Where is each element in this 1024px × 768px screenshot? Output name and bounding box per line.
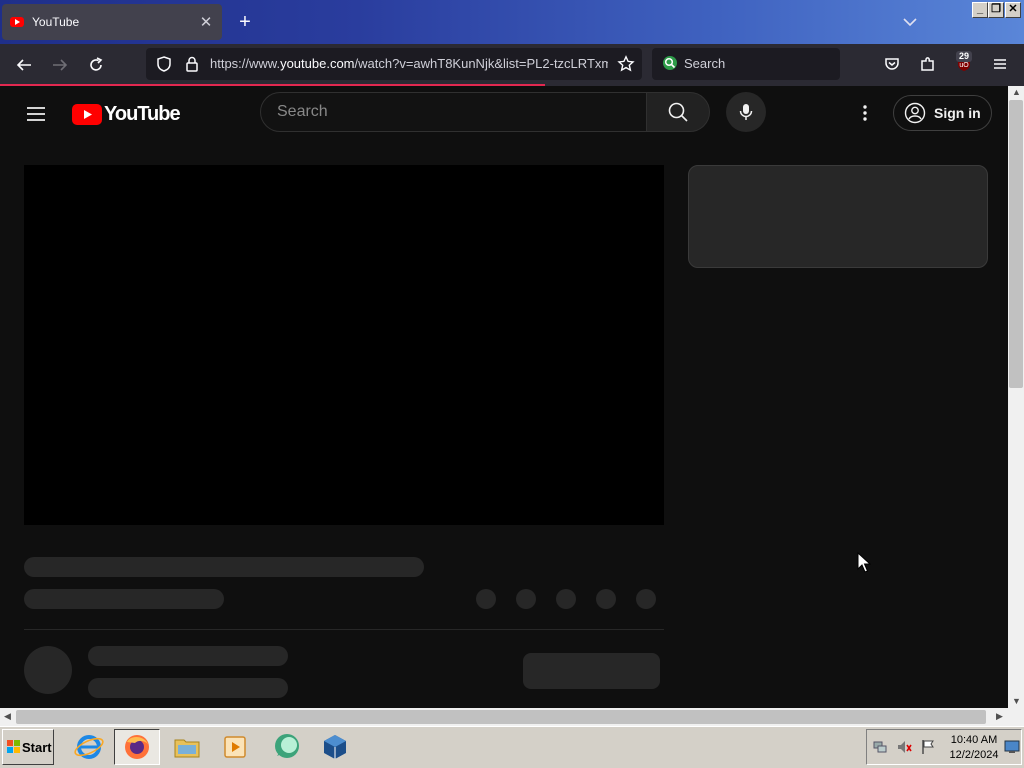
action-skeleton bbox=[636, 589, 656, 609]
search-icon bbox=[668, 102, 688, 122]
hamburger-menu-icon bbox=[27, 107, 45, 121]
action-skeleton bbox=[516, 589, 536, 609]
subscriber-skeleton bbox=[88, 678, 288, 698]
minimize-button[interactable]: _ bbox=[972, 2, 988, 18]
youtube-search-button[interactable] bbox=[646, 92, 710, 132]
network-icon[interactable] bbox=[872, 739, 888, 760]
browser-search-placeholder: Search bbox=[684, 56, 726, 71]
media-player-icon bbox=[224, 736, 246, 758]
windows-flag-icon bbox=[7, 740, 20, 753]
related-placeholder-card bbox=[688, 165, 988, 268]
guide-menu-button[interactable] bbox=[24, 102, 48, 126]
svg-text:uO: uO bbox=[959, 62, 969, 69]
extension-badge-count: 29 bbox=[956, 51, 973, 62]
folder-icon bbox=[174, 739, 200, 758]
youtube-search-placeholder: Search bbox=[277, 103, 328, 120]
star-icon bbox=[617, 55, 635, 72]
scroll-right-arrow-icon[interactable]: ▶ bbox=[996, 711, 1003, 722]
clock-date: 12/2/2024 bbox=[949, 749, 999, 761]
url-host: youtube.com bbox=[280, 56, 355, 71]
volume-muted-icon[interactable] bbox=[896, 739, 912, 760]
scroll-down-arrow-icon[interactable]: ▼ bbox=[1012, 696, 1021, 706]
taskbar-file-explorer[interactable] bbox=[164, 729, 210, 765]
voice-search-button[interactable] bbox=[726, 92, 766, 132]
taskbar-internet-explorer[interactable] bbox=[66, 729, 112, 765]
scroll-left-arrow-icon[interactable]: ◀ bbox=[4, 711, 11, 722]
action-skeleton bbox=[596, 589, 616, 609]
show-desktop-icon[interactable] bbox=[1004, 740, 1020, 759]
section-divider bbox=[24, 629, 664, 630]
sign-in-button[interactable]: Sign in bbox=[893, 95, 992, 131]
start-button[interactable]: Start bbox=[2, 729, 54, 765]
horizontal-scroll-thumb[interactable] bbox=[16, 710, 986, 724]
scroll-up-arrow-icon[interactable]: ▲ bbox=[1012, 87, 1021, 97]
chevron-down-icon bbox=[903, 18, 917, 27]
url-text[interactable]: https://www.youtube.com/watch?v=awhT8Kun… bbox=[210, 56, 608, 72]
back-arrow-icon bbox=[16, 59, 31, 71]
taskbar-virtualbox[interactable] bbox=[312, 729, 358, 765]
internet-explorer-icon bbox=[74, 735, 104, 759]
subscribe-skeleton bbox=[523, 653, 660, 689]
taskbar-clock[interactable]: 10:40 AM 12/2/2024 bbox=[940, 733, 1008, 763]
shield-icon bbox=[157, 56, 171, 72]
reload-icon bbox=[90, 57, 103, 71]
action-center-flag-icon[interactable] bbox=[920, 739, 936, 760]
pocket-icon bbox=[885, 58, 899, 70]
action-skeleton bbox=[476, 589, 496, 609]
search-engine-icon bbox=[663, 56, 677, 70]
youtube-logo-text: YouTube bbox=[104, 102, 181, 125]
sign-in-label: Sign in bbox=[934, 105, 981, 121]
title-skeleton bbox=[24, 557, 424, 577]
pocket-button[interactable] bbox=[880, 52, 904, 76]
list-all-tabs-button[interactable] bbox=[900, 12, 920, 32]
taskbar-firefox[interactable] bbox=[114, 729, 160, 765]
youtube-page: YouTube Search Sign in bbox=[0, 86, 1008, 708]
settings-more-button[interactable] bbox=[853, 101, 877, 125]
clock-time: 10:40 AM bbox=[950, 734, 998, 746]
tab-youtube[interactable]: YouTube ✕ bbox=[2, 4, 222, 40]
vertical-scroll-thumb[interactable] bbox=[1009, 100, 1023, 388]
site-info-button[interactable] bbox=[180, 52, 204, 76]
youtube-play-logo-icon bbox=[72, 103, 102, 125]
close-window-button[interactable]: ✕ bbox=[1005, 2, 1021, 18]
chat-bubble-icon bbox=[275, 734, 299, 758]
youtube-favicon-icon bbox=[10, 17, 24, 27]
url-prefix: https://www. bbox=[210, 56, 281, 71]
avatar-skeleton bbox=[24, 646, 72, 694]
bookmark-button[interactable] bbox=[614, 52, 638, 76]
back-button[interactable] bbox=[12, 53, 36, 77]
action-skeleton bbox=[556, 589, 576, 609]
tracking-protection-button[interactable] bbox=[152, 52, 176, 76]
tab-title: YouTube bbox=[32, 15, 80, 29]
tab-close-icon[interactable]: ✕ bbox=[198, 13, 214, 31]
start-label: Start bbox=[22, 739, 52, 755]
account-circle-icon bbox=[904, 102, 926, 124]
microphone-icon bbox=[739, 104, 753, 120]
meta-skeleton bbox=[24, 589, 224, 609]
reload-button[interactable] bbox=[84, 53, 108, 77]
forward-arrow-icon bbox=[53, 59, 68, 71]
app-menu-button[interactable] bbox=[988, 52, 1012, 76]
browser-search-bar[interactable]: Search bbox=[652, 48, 840, 80]
video-player[interactable] bbox=[24, 165, 664, 525]
mouse-cursor-icon bbox=[857, 552, 871, 573]
taskbar-chat-app[interactable] bbox=[264, 729, 310, 765]
firefox-icon bbox=[125, 735, 149, 759]
taskbar-media-player[interactable] bbox=[212, 729, 258, 765]
channel-name-skeleton bbox=[88, 646, 288, 666]
new-tab-button[interactable]: + bbox=[234, 9, 256, 35]
virtualbox-icon bbox=[324, 735, 346, 759]
hamburger-menu-icon bbox=[994, 59, 1006, 69]
youtube-logo[interactable]: YouTube bbox=[72, 102, 181, 126]
url-path: /watch?v=awhT8KunNjk&list=PL2-tzcLRTxm bbox=[354, 56, 608, 71]
extensions-button[interactable] bbox=[916, 52, 940, 76]
puzzle-icon bbox=[921, 57, 934, 71]
vertical-dots-icon bbox=[863, 105, 867, 121]
restore-button[interactable]: ❐ bbox=[988, 2, 1004, 18]
lock-icon bbox=[186, 56, 198, 72]
forward-button[interactable] bbox=[48, 53, 72, 77]
